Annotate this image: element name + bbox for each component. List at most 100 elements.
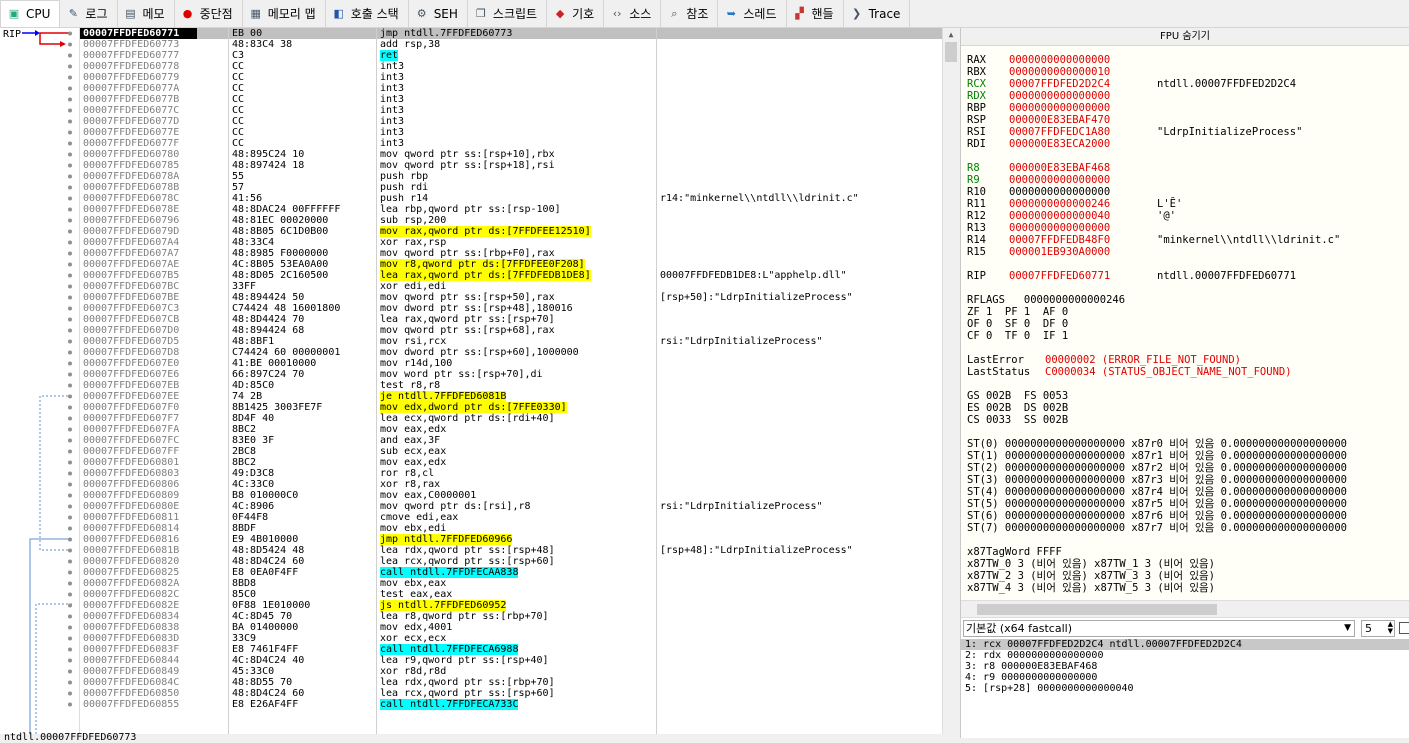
breakpoint-dot[interactable] — [68, 196, 72, 201]
breakpoint-dot[interactable] — [68, 251, 72, 256]
disasm-row[interactable]: 00007FFDFED60814 8BDF mov ebx,edi — [80, 523, 942, 534]
disasm-row[interactable]: 00007FFDFED6079D 48:8B05 6C1D0B00 mov rax,… — [80, 226, 942, 237]
breakpoint-dot[interactable] — [68, 603, 72, 608]
disasm-row[interactable]: 00007FFDFED607E6 66:897C24 70 mov word ptr… — [80, 369, 942, 380]
disasm-row[interactable]: 00007FFDFED607FA 8BC2 mov eax,edx — [80, 424, 942, 435]
disasm-row[interactable]: 00007FFDFED607D8 C74424 60 00000001 mov dw… — [80, 347, 942, 358]
disasm-row[interactable]: 00007FFDFED6078E 48:8DAC24 00FFFFFF lea rb… — [80, 204, 942, 215]
breakpoint-dot[interactable] — [68, 438, 72, 443]
breakpoint-dot[interactable] — [68, 570, 72, 575]
disasm-row[interactable]: 00007FFDFED6082A 8BD8 mov ebx,eax — [80, 578, 942, 589]
tab-source[interactable]: ‹› 소스 — [604, 0, 662, 27]
disasm-row[interactable]: 00007FFDFED607EB 4D:85C0 test r8,r8 — [80, 380, 942, 391]
breakpoint-dot[interactable] — [68, 449, 72, 454]
breakpoint-dot[interactable] — [68, 614, 72, 619]
tab-trace[interactable]: ❯ Trace — [844, 0, 911, 27]
tab-cpu[interactable]: ▣ CPU — [0, 0, 61, 27]
disasm-row[interactable]: 00007FFDFED60778 CC int3 — [80, 61, 942, 72]
disasm-row[interactable]: 00007FFDFED607F0 8B1425 3003FE7F mov edx,d… — [80, 402, 942, 413]
breakpoint-dot[interactable] — [68, 680, 72, 685]
breakpoint-dot[interactable] — [68, 669, 72, 674]
disasm-row[interactable]: 00007FFDFED6083D 33C9 xor ecx,ecx — [80, 633, 942, 644]
calling-convention-select[interactable]: 기본값 (x64 fastcall) ▼ — [963, 620, 1355, 637]
disasm-row[interactable]: 00007FFDFED607A7 48:8985 F0000000 mov qwor… — [80, 248, 942, 259]
breakpoint-dot[interactable] — [68, 515, 72, 520]
breakpoint-dot[interactable] — [68, 504, 72, 509]
disasm-row[interactable]: 00007FFDFED60825 E8 0EA0F4FF call ntdll.7F… — [80, 567, 942, 578]
breakpoint-dot[interactable] — [68, 86, 72, 91]
tab-memmap[interactable]: ▦ 메모리 맵 — [243, 0, 326, 27]
disasm-row[interactable]: 00007FFDFED60820 48:8D4C24 60 lea rcx,qwor… — [80, 556, 942, 567]
tab-callstack[interactable]: ◧ 호출 스택 — [326, 0, 409, 27]
disasm-row[interactable]: 00007FFDFED607D0 48:894424 68 mov qword pt… — [80, 325, 942, 336]
breakpoint-dot[interactable] — [68, 64, 72, 69]
tab-breakpoints[interactable]: ● 중단점 — [175, 0, 243, 27]
breakpoint-dot[interactable] — [68, 97, 72, 102]
disasm-row[interactable]: 00007FFDFED60785 48:897424 18 mov qword pt… — [80, 160, 942, 171]
breakpoint-dot[interactable] — [68, 284, 72, 289]
disasm-row[interactable]: 00007FFDFED6080E 4C:8906 mov qword ptr ds:… — [80, 501, 942, 512]
breakpoint-dot[interactable] — [68, 31, 72, 36]
disasm-row[interactable]: 00007FFDFED60773 48:83C4 38 add rsp,38 — [80, 39, 942, 50]
disasm-row[interactable]: 00007FFDFED60834 4C:8D45 70 lea r8,qword p… — [80, 611, 942, 622]
disasm-row[interactable]: 00007FFDFED60809 B8 010000C0 mov eax,C0000… — [80, 490, 942, 501]
tab-seh[interactable]: ⚙ SEH — [409, 0, 468, 27]
disasm-row[interactable]: 00007FFDFED60838 BA 01400000 mov edx,4001 — [80, 622, 942, 633]
disasm-row[interactable]: 00007FFDFED607BC 33FF xor edi,edi — [80, 281, 942, 292]
breakpoint-dot[interactable] — [68, 372, 72, 377]
disasm-row[interactable]: 00007FFDFED6077E CC int3 — [80, 127, 942, 138]
disasm-row[interactable]: 00007FFDFED6077D CC int3 — [80, 116, 942, 127]
breakpoint-dot[interactable] — [68, 526, 72, 531]
breakpoint-dot[interactable] — [68, 361, 72, 366]
breakpoint-dot[interactable] — [68, 350, 72, 355]
disassembly-view[interactable]: 00007FFDFED60771 EB 00 jmp ntdll.7FFDFED60… — [80, 28, 942, 734]
breakpoint-dot[interactable] — [68, 207, 72, 212]
breakpoint-dot[interactable] — [68, 295, 72, 300]
disasm-row[interactable]: 00007FFDFED6084C 48:8D55 70 lea rdx,qword … — [80, 677, 942, 688]
disasm-row[interactable]: 00007FFDFED60844 4C:8D4C24 40 lea r9,qword… — [80, 655, 942, 666]
breakpoint-dot[interactable] — [68, 218, 72, 223]
argument-row[interactable]: 3: r8 000000E83EBAF468 — [961, 661, 1409, 672]
disasm-row[interactable]: 00007FFDFED6083F E8 7461F4FF call ntdll.7F… — [80, 644, 942, 655]
tab-notes[interactable]: ▤ 메모 — [118, 0, 175, 27]
disasm-row[interactable]: 00007FFDFED60855 E8 E26AF4FF call ntdll.7F… — [80, 699, 942, 710]
lock-checkbox[interactable] — [1399, 622, 1409, 634]
tab-symbols[interactable]: ◆ 기호 — [547, 0, 605, 27]
breakpoint-dot[interactable] — [68, 383, 72, 388]
argument-row[interactable]: 5: [rsp+28] 0000000000000040 — [961, 683, 1409, 694]
breakpoint-dot[interactable] — [68, 559, 72, 564]
breakpoint-dot[interactable] — [68, 152, 72, 157]
hscroll-thumb[interactable] — [977, 604, 1217, 615]
breakpoint-dot[interactable] — [68, 493, 72, 498]
disasm-row[interactable]: 00007FFDFED60779 CC int3 — [80, 72, 942, 83]
disasm-row[interactable]: 00007FFDFED6077A CC int3 — [80, 83, 942, 94]
disasm-row[interactable]: 00007FFDFED60849 45:33C0 xor r8d,r8d — [80, 666, 942, 677]
breakpoint-dot[interactable] — [68, 394, 72, 399]
disasm-row[interactable]: 00007FFDFED607A4 48:33C4 xor rax,rsp — [80, 237, 942, 248]
disasm-row[interactable]: 00007FFDFED6082C 85C0 test eax,eax — [80, 589, 942, 600]
register-list[interactable]: RAX 0000000000000000 RBX 0000000000000010 RC… — [961, 46, 1409, 600]
breakpoint-dot[interactable] — [68, 405, 72, 410]
arguments-list[interactable]: 1: rcx 00007FFDFED2D2C4 ntdll.00007FFDFE… — [961, 639, 1409, 738]
breakpoint-dot[interactable] — [68, 328, 72, 333]
breakpoint-dot[interactable] — [68, 119, 72, 124]
breakpoint-dot[interactable] — [68, 108, 72, 113]
breakpoint-dot[interactable] — [68, 548, 72, 553]
breakpoint-dot[interactable] — [68, 185, 72, 190]
breakpoint-dot[interactable] — [68, 339, 72, 344]
disasm-row[interactable]: 00007FFDFED607C3 C74424 48 16001800 mov dw… — [80, 303, 942, 314]
breakpoint-dot[interactable] — [68, 636, 72, 641]
breakpoint-dot[interactable] — [68, 625, 72, 630]
disasm-row[interactable]: 00007FFDFED60777 C3 ret — [80, 50, 942, 61]
breakpoint-dot[interactable] — [68, 130, 72, 135]
disasm-row[interactable]: 00007FFDFED607B5 48:8D05 2C160500 lea rax,… — [80, 270, 942, 281]
disasm-row[interactable]: 00007FFDFED60816 E9 4B010000 jmp ntdll.7FF… — [80, 534, 942, 545]
disasm-row[interactable]: 00007FFDFED607BE 48:894424 50 mov qword pt… — [80, 292, 942, 303]
arg-count-spinner[interactable]: 5 ▲ ▼ — [1361, 620, 1395, 637]
breakpoint-dot[interactable] — [68, 416, 72, 421]
breakpoint-dot[interactable] — [68, 273, 72, 278]
disasm-row[interactable]: 00007FFDFED60796 48:81EC 00020000 sub rsp,… — [80, 215, 942, 226]
breakpoint-dot[interactable] — [68, 317, 72, 322]
tab-log[interactable]: ✎ 로그 — [60, 0, 118, 27]
breakpoint-dot[interactable] — [68, 75, 72, 80]
